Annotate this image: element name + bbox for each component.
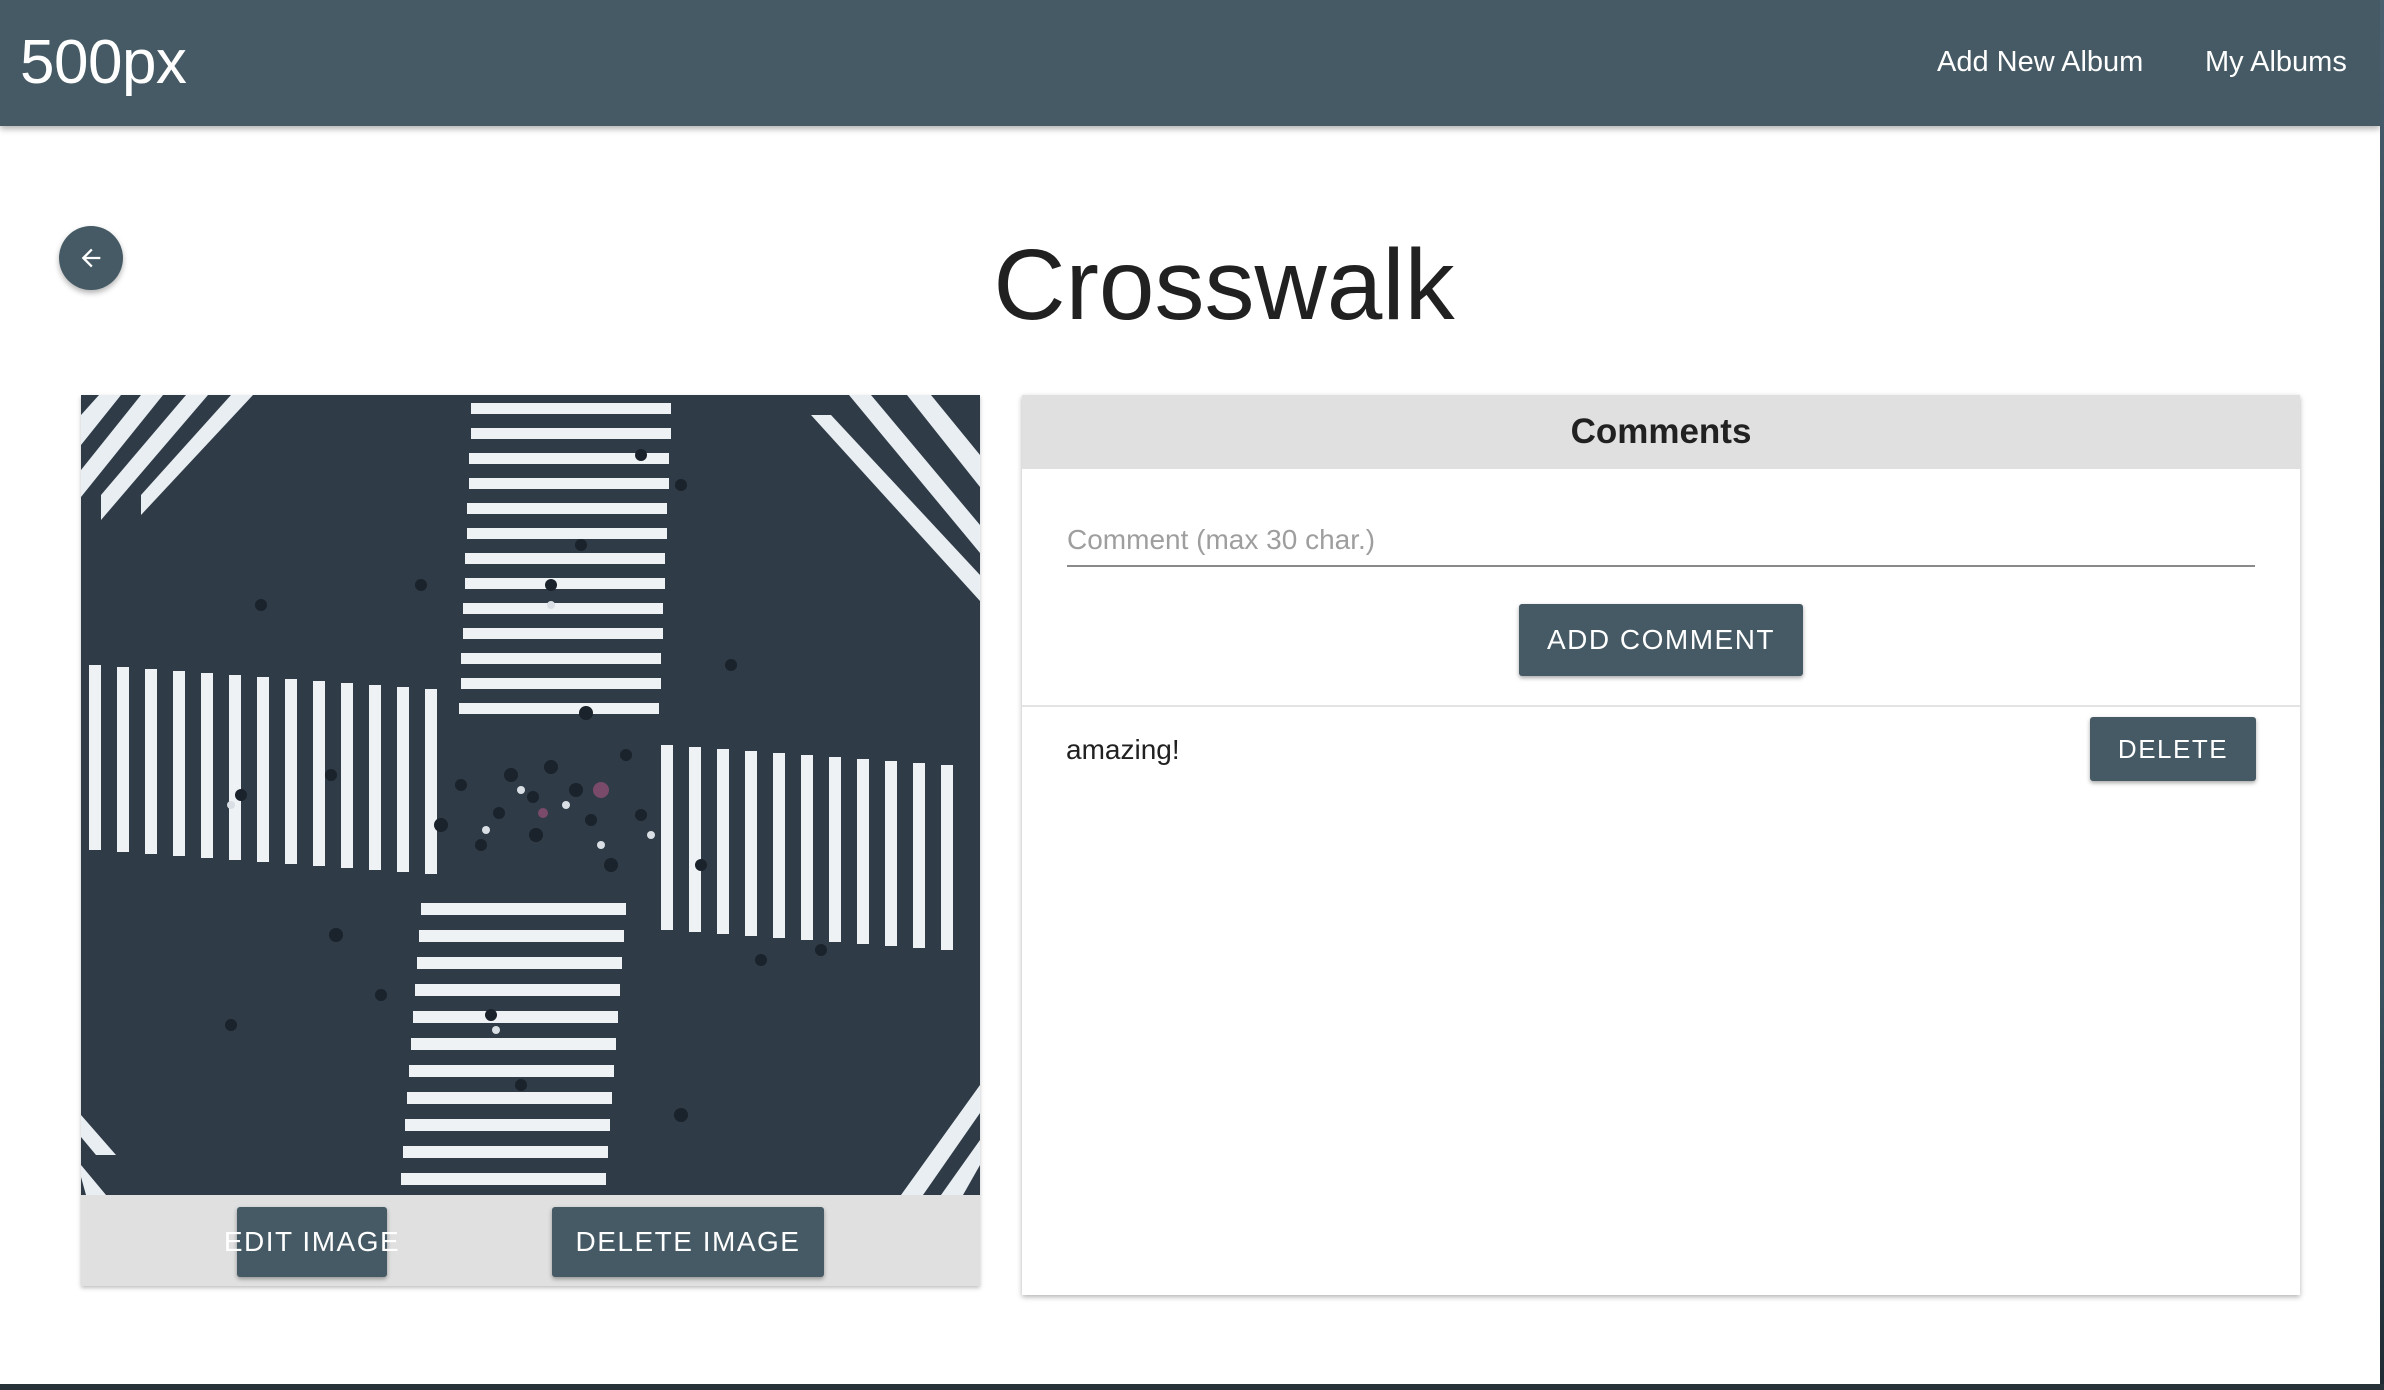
background-window-edge — [2380, 0, 2384, 1390]
delete-comment-button[interactable]: DELETE — [2090, 717, 2256, 781]
background-window-edge-bottom — [0, 1384, 2384, 1390]
nav-my-albums[interactable]: My Albums — [2205, 44, 2347, 80]
app-bar: 500px Add New Album My Albums — [0, 0, 2380, 126]
page-title: Crosswalk — [993, 229, 1455, 341]
divider — [1022, 705, 2300, 707]
nav-add-new-album[interactable]: Add New Album — [1937, 44, 2143, 80]
add-comment-button[interactable]: ADD COMMENT — [1519, 604, 1803, 676]
crosswalk-photo — [81, 395, 980, 1195]
comments-card: Comments ADD COMMENT amazing! DELETE — [1022, 395, 2300, 1295]
edit-image-button[interactable]: EDIT IMAGE — [224, 1207, 399, 1277]
delete-image-button[interactable]: DELETE IMAGE — [552, 1207, 824, 1277]
comment-input[interactable] — [1067, 515, 2255, 567]
comments-header: Comments — [1022, 395, 2300, 469]
comment-text: amazing! — [1066, 734, 1180, 765]
image-card: EDIT IMAGE DELETE IMAGE — [81, 395, 980, 1286]
brand-logo[interactable]: 500px — [20, 27, 187, 99]
